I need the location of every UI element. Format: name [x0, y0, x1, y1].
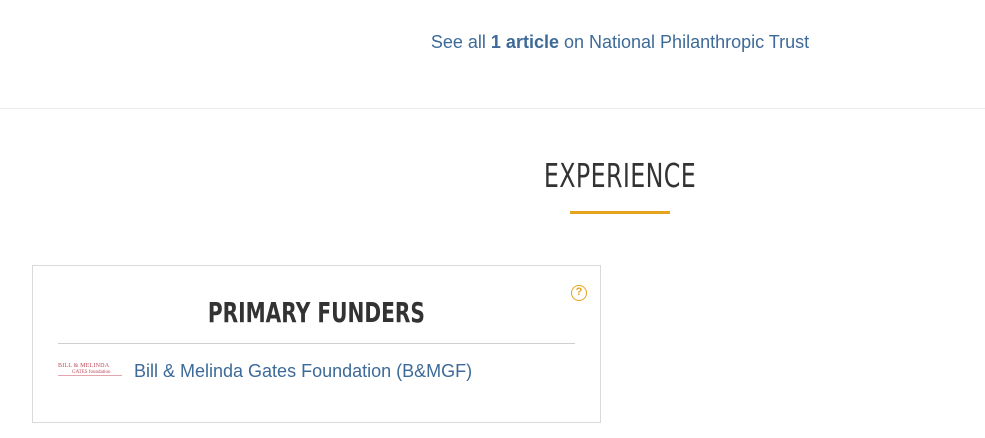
experience-underline — [570, 211, 670, 214]
card-divider — [58, 343, 575, 344]
gates-foundation-logo: BILL & MELINDA GATES foundation — [58, 363, 122, 379]
primary-funders-heading: PRIMARY FUNDERS — [207, 296, 425, 329]
see-all-suffix: on National Philanthropic Trust — [563, 32, 810, 52]
primary-funders-card: ? PRIMARY FUNDERS BILL & MELINDA GATES f… — [32, 265, 601, 423]
funder-name-link[interactable]: Bill & Melinda Gates Foundation (B&MGF) — [134, 361, 472, 382]
see-all-prefix: See all — [430, 32, 486, 52]
experience-heading: EXPERIENCE — [543, 156, 697, 195]
funder-item[interactable]: BILL & MELINDA GATES foundation Bill & M… — [58, 358, 472, 384]
question-circle-icon[interactable]: ? — [571, 285, 587, 301]
see-all-articles-link[interactable]: See all 1 article on National Philanthro… — [0, 32, 985, 53]
article-count: 1 article — [490, 32, 559, 52]
section-divider — [0, 108, 985, 109]
